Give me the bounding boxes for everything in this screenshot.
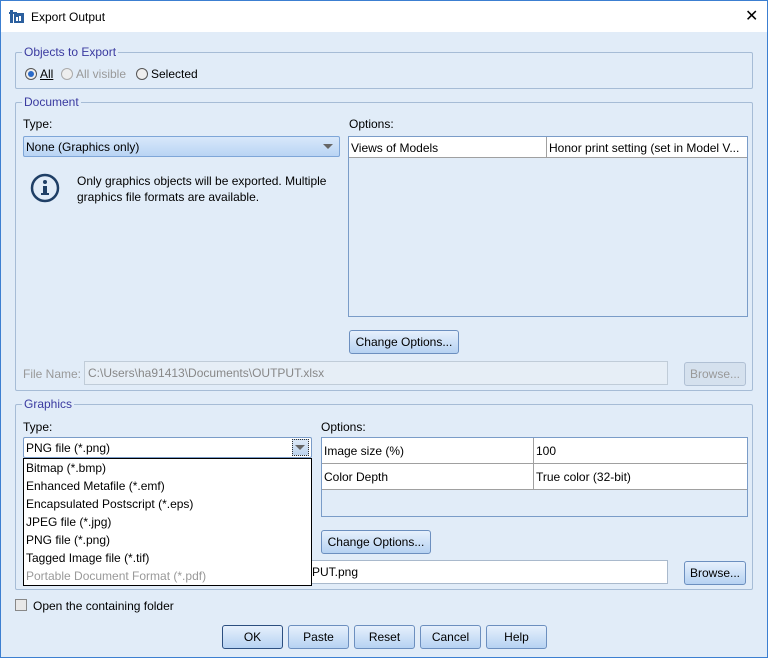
option-value: True color (32-bit)	[536, 470, 631, 484]
radio-selected[interactable]: Selected	[136, 67, 198, 81]
group-legend: Objects to Export	[22, 45, 119, 59]
title-bar: Export Output ✕	[1, 1, 767, 32]
dropdown-item[interactable]: Encapsulated Postscript (*.eps)	[24, 495, 311, 513]
help-button[interactable]: Help	[486, 625, 547, 649]
file-name-label: File Name:	[23, 367, 82, 381]
paste-button[interactable]: Paste	[288, 625, 349, 649]
document-change-options-button[interactable]: Change Options...	[349, 330, 459, 354]
window-title: Export Output	[31, 10, 106, 24]
graphics-browse-button[interactable]: Browse...	[684, 561, 746, 585]
chevron-down-icon	[323, 144, 333, 149]
document-type-label: Type:	[23, 117, 53, 131]
group-legend: Document	[22, 95, 81, 109]
option-value: 100	[536, 444, 557, 458]
document-options-table: Views of Models Honor print setting (set…	[348, 136, 748, 317]
open-folder-label[interactable]: Open the containing folder	[33, 599, 174, 613]
graphics-file-name-input[interactable]: PUT.png	[301, 560, 668, 584]
dropdown-item[interactable]: Enhanced Metafile (*.emf)	[24, 477, 311, 495]
option-name: Views of Models	[349, 137, 547, 157]
dropdown-item[interactable]: JPEG file (*.jpg)	[24, 513, 311, 531]
option-name: Image size (%)	[322, 438, 534, 463]
ok-button[interactable]: OK	[222, 625, 283, 649]
chevron-down-icon	[295, 445, 305, 450]
document-file-name-input: C:\Users\ha91413\Documents\OUTPUT.xlsx	[84, 361, 668, 385]
graphics-options-table: Image size (%) 100 Color Depth True colo…	[321, 437, 748, 517]
graphics-change-options-button[interactable]: Change Options...	[321, 530, 431, 554]
radio-all[interactable]: All	[25, 67, 53, 81]
graphics-type-select[interactable]: PNG file (*.png)	[23, 437, 312, 458]
graphics-options-label: Options:	[321, 420, 366, 434]
graphics-type-label: Type:	[23, 420, 53, 434]
table-row[interactable]: Image size (%) 100	[322, 438, 747, 464]
close-icon[interactable]: ✕	[745, 6, 758, 26]
spss-app-icon	[9, 10, 24, 23]
dropdown-button[interactable]	[292, 439, 309, 456]
export-output-dialog: Export Output ✕ Objects to Export All Al…	[0, 0, 768, 658]
group-legend: Graphics	[22, 397, 75, 411]
option-value: Honor print setting (set in Model V...	[549, 141, 740, 155]
graphics-type-dropdown-list: Bitmap (*.bmp) Enhanced Metafile (*.emf)…	[23, 458, 312, 586]
open-folder-checkbox[interactable]	[15, 599, 27, 611]
cancel-button[interactable]: Cancel	[420, 625, 481, 649]
info-text-line-2: graphics file formats are available.	[77, 190, 260, 204]
document-browse-button: Browse...	[684, 362, 746, 386]
table-row[interactable]: Color Depth True color (32-bit)	[322, 464, 747, 490]
document-type-select[interactable]: None (Graphics only)	[23, 136, 340, 157]
dropdown-item[interactable]: PNG file (*.png)	[24, 531, 311, 549]
document-options-label: Options:	[349, 117, 394, 131]
dropdown-item: Portable Document Format (*.pdf)	[26, 569, 207, 583]
dropdown-item[interactable]: Bitmap (*.bmp)	[24, 459, 311, 477]
objects-to-export-group: Objects to Export All All visible Select…	[15, 45, 753, 89]
option-name: Color Depth	[322, 464, 534, 489]
table-row[interactable]: Views of Models Honor print setting (set…	[349, 137, 747, 158]
info-text-line-1: Only graphics objects will be exported. …	[77, 174, 327, 188]
dropdown-item[interactable]: Tagged Image file (*.tif)	[24, 549, 311, 567]
info-icon	[30, 173, 60, 203]
reset-button[interactable]: Reset	[354, 625, 415, 649]
radio-all-visible: All visible	[61, 67, 126, 81]
